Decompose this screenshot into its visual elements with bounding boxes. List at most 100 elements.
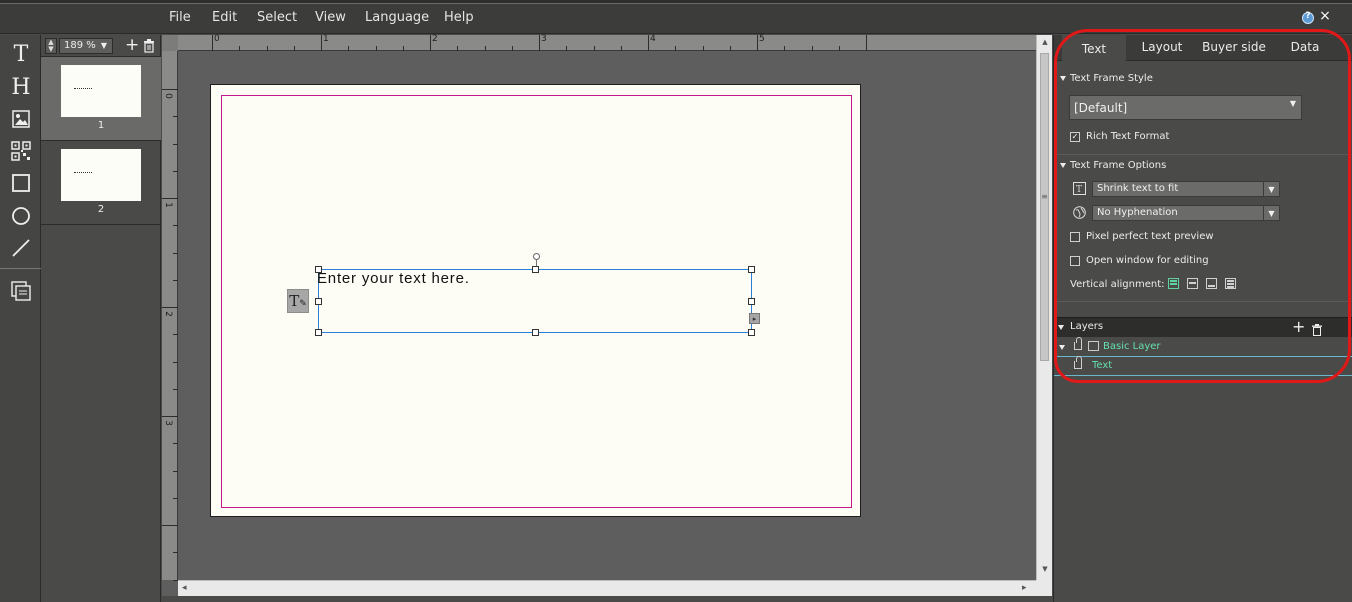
globe-icon [1072,206,1086,220]
resize-handle[interactable] [315,266,322,273]
add-layer-icon[interactable]: + [1292,318,1305,336]
ruler-label: 0 [162,93,173,99]
resize-handle[interactable] [748,298,755,305]
section-divider [1054,301,1352,302]
ruler-tick [266,46,268,51]
svg-text:T: T [1076,185,1082,195]
ruler-tick [173,225,178,227]
text-frame-options-header[interactable]: Text Frame Options [1060,160,1166,171]
align-middle-icon[interactable] [1187,278,1198,289]
qr-code-tool-icon[interactable] [8,138,34,164]
tab-layout[interactable]: Layout [1134,35,1190,61]
document-page[interactable]: T✎ Enter your text here. ▸ [210,84,861,517]
ruler-tick [838,46,840,51]
heading-tool-icon[interactable]: H [8,74,34,100]
align-top-icon[interactable] [1168,278,1179,289]
ruler-tick [173,334,178,336]
menu-file[interactable]: File [169,10,191,25]
help-icon[interactable] [1302,11,1314,24]
ruler-tick [484,46,486,51]
menu-select[interactable]: Select [257,10,297,25]
canvas-area[interactable]: 012345 0123 T✎ Enter your text here. ▸ ▲ [162,34,1052,602]
text-frame[interactable]: Enter your text here. ▸ [315,253,760,336]
menu-view[interactable]: View [315,10,346,25]
align-justify-icon[interactable] [1225,278,1236,289]
menu-language[interactable]: Language [365,10,429,25]
layer-label[interactable]: Basic Layer [1103,341,1161,352]
layers-title[interactable]: Layers [1070,321,1103,332]
ruler-tick [173,497,178,499]
rich-text-checkbox[interactable]: ✓ [1070,132,1080,142]
align-bottom-icon[interactable] [1206,278,1217,289]
resize-handle[interactable] [532,266,539,273]
app-window: File Edit Select View Language Help × T … [0,0,1352,602]
horizontal-scrollbar[interactable]: ◂ ▸ [178,580,1036,596]
text-overflow-icon[interactable]: ▸ [749,313,760,324]
page-thumbnail-2[interactable]: 2 [41,141,161,225]
vertical-scrollbar[interactable]: ▲ ≡ ▼ [1036,35,1052,580]
ruler-tick [729,46,731,51]
resize-handle[interactable] [315,329,322,336]
layer-frame-icon [1088,341,1099,351]
ruler-corner [162,35,178,51]
ruler-tick [593,46,595,51]
page-thumbnail-1[interactable]: 1 [41,57,161,141]
tab-text[interactable]: Text [1062,35,1126,61]
tools-divider [0,268,41,269]
chevron-down-icon[interactable]: ▼ [97,39,111,53]
trash-icon[interactable] [1312,321,1322,336]
ruler-tick [648,35,649,51]
ruler-label: 0 [214,34,220,44]
unlock-icon[interactable] [1074,356,1082,369]
resize-handle[interactable] [748,266,755,273]
ruler-tick [539,35,540,51]
text-tool-icon[interactable]: T [8,41,34,67]
trash-icon[interactable] [143,38,155,53]
text-fit-select[interactable]: Shrink text to fit ▼ [1092,181,1280,197]
ruler-tick [784,46,786,51]
tab-buyer-side[interactable]: Buyer side [1198,35,1270,61]
text-frame-style-select[interactable]: [Default] ▼ [1069,95,1302,120]
rotation-handle[interactable] [533,253,540,260]
ruler-label: 5 [759,34,765,44]
scroll-thumb[interactable] [1040,53,1049,361]
layer-label[interactable]: Text [1092,360,1112,371]
layer-row[interactable]: Basic Layer [1054,337,1352,357]
tab-data[interactable]: Data [1284,35,1326,61]
ruler-label: 2 [162,311,173,317]
ruler-tick [162,525,178,526]
hyphenation-select[interactable]: No Hyphenation ▼ [1092,205,1280,221]
placeholder-tool-icon[interactable] [8,278,34,304]
ruler-tick [173,443,178,445]
vertical-ruler[interactable]: 0 1 2 3 [162,51,178,581]
menu-edit[interactable]: Edit [212,10,237,25]
resize-handle[interactable] [532,329,539,336]
ruler-tick [173,279,178,281]
ruler-tick [757,35,758,51]
open-window-checkbox[interactable] [1070,256,1080,266]
horizontal-ruler[interactable]: 0 1 2 3 4 5 [178,34,1036,51]
unlock-icon[interactable] [1074,337,1082,350]
zoom-spinner[interactable]: ▲ ▼ [45,38,57,54]
text-frame-content[interactable]: Enter your text here. [317,270,470,287]
text-frame-style-header[interactable]: Text Frame Style [1060,73,1153,84]
ruler-tick [173,170,178,172]
line-tool-icon[interactable] [8,235,34,261]
edit-text-icon[interactable]: T✎ [287,289,309,313]
image-tool-icon[interactable] [8,106,34,132]
close-icon[interactable]: × [1318,9,1332,23]
page-preview [61,149,141,201]
layer-row-selected[interactable]: Text [1054,356,1352,376]
pixel-perfect-checkbox[interactable] [1070,232,1080,242]
resize-handle[interactable] [315,298,322,305]
resize-handle[interactable] [748,329,755,336]
panel-tabs: Text Layout Buyer side Data [1054,35,1352,61]
menu-help[interactable]: Help [444,10,474,25]
properties-panel: Text Layout Buyer side Data Text Frame S… [1053,35,1352,602]
ellipse-tool-icon[interactable] [8,203,34,229]
add-page-icon[interactable]: + [125,37,139,54]
rectangle-tool-icon[interactable] [8,170,34,196]
ruler-tick [348,46,350,51]
ruler-tick [173,252,178,254]
ruler-tick [212,35,213,51]
